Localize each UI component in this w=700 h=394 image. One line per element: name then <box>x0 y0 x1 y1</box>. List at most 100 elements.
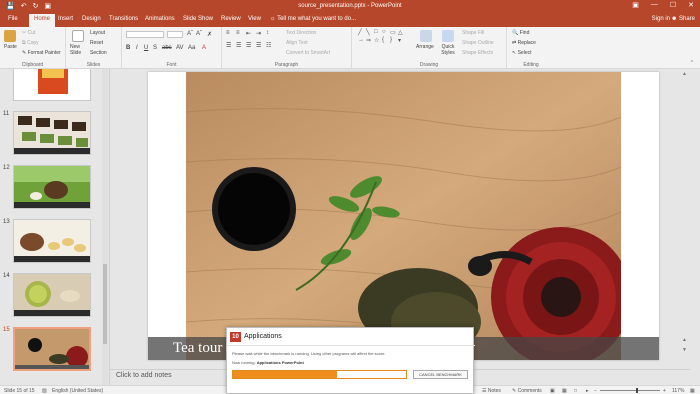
close-icon[interactable]: ✕ <box>688 1 694 9</box>
sorter-view-icon[interactable]: ▦ <box>562 388 567 394</box>
zoom-level[interactable]: 117% <box>672 388 684 394</box>
share-button[interactable]: ☻ Share <box>671 16 695 22</box>
decrease-indent-icon[interactable]: ⇤ <box>246 30 251 37</box>
arrange-icon[interactable] <box>420 30 432 42</box>
text-direction-button[interactable]: Text Direction <box>286 30 316 36</box>
copy-button[interactable]: ⧉ Copy <box>22 40 39 46</box>
tab-home[interactable]: Home <box>29 14 56 27</box>
strikethrough-button[interactable]: abc <box>162 45 172 51</box>
notes-placeholder[interactable]: Click to add notes <box>116 372 172 379</box>
tab-view[interactable]: View <box>248 16 261 22</box>
slide-thumbnail[interactable]: 14 <box>0 273 100 323</box>
cancel-benchmark-button[interactable]: CANCEL BENCHMARK <box>413 370 468 379</box>
cut-button[interactable]: ✂ Cut <box>22 30 35 36</box>
scrollbar-thumb[interactable] <box>103 264 107 344</box>
slide-thumbnail[interactable]: 13 <box>0 219 100 269</box>
star-shape-icon[interactable]: ☆ <box>374 37 382 45</box>
slide-thumbnail[interactable] <box>0 69 100 107</box>
slide-thumbnail-selected[interactable]: 15 <box>0 327 100 377</box>
editor-scrollbar[interactable]: ▲ ▲ ▼ <box>681 69 690 369</box>
font-color-button[interactable]: A <box>202 45 206 51</box>
next-slide-icon[interactable]: ▼ <box>682 347 687 353</box>
rect-shape-icon[interactable]: ▭ <box>390 29 398 37</box>
slide-title[interactable]: Tea tour <box>173 340 222 357</box>
paste-button[interactable]: Paste <box>4 44 17 50</box>
zoom-slider-knob[interactable] <box>636 388 638 393</box>
underline-button[interactable]: U <box>144 45 148 51</box>
bullets-icon[interactable]: ≡ <box>226 30 230 36</box>
justify-icon[interactable]: ☰ <box>256 42 261 49</box>
section-button[interactable]: Section <box>90 50 107 56</box>
numbering-icon[interactable]: ≡ <box>236 30 240 36</box>
arrow-shape-icon[interactable]: ⇒ <box>366 37 374 45</box>
zoom-out-icon[interactable]: − <box>594 388 597 394</box>
font-name-input[interactable] <box>126 31 164 38</box>
new-slide-button[interactable]: New Slide <box>70 44 88 56</box>
tab-design[interactable]: Design <box>82 16 101 22</box>
normal-view-icon[interactable]: ▣ <box>550 388 555 394</box>
shrink-font-icon[interactable]: Aˇ <box>196 31 202 37</box>
tab-review[interactable]: Review <box>221 16 241 22</box>
grow-font-icon[interactable]: Aˆ <box>187 31 193 37</box>
tab-transitions[interactable]: Transitions <box>109 16 138 22</box>
quick-styles-icon[interactable] <box>442 30 454 42</box>
paste-icon[interactable] <box>4 30 16 42</box>
clear-format-icon[interactable]: ✗ <box>207 31 212 38</box>
spacing-button[interactable]: AV <box>176 45 184 51</box>
scroll-up-icon[interactable]: ▲ <box>682 71 687 77</box>
increase-indent-icon[interactable]: ⇥ <box>256 30 261 37</box>
shape-effects-button[interactable]: Shape Effects <box>462 50 493 56</box>
arrow-shape-icon[interactable]: → <box>358 37 366 45</box>
collapse-ribbon-icon[interactable]: ⌃ <box>690 60 694 66</box>
minimize-icon[interactable]: — <box>651 1 658 9</box>
oval-shape-icon[interactable]: ○ <box>382 29 390 37</box>
fit-slide-icon[interactable]: ▦ <box>690 388 695 394</box>
comments-toggle[interactable]: ✎ Comments <box>512 388 542 394</box>
shape-outline-button[interactable]: Shape Outline <box>462 40 494 46</box>
tab-slide-show[interactable]: Slide Show <box>183 16 213 22</box>
tab-insert[interactable]: Insert <box>58 16 73 22</box>
line-shape-icon[interactable]: ╲ <box>366 29 374 37</box>
reset-button[interactable]: Reset <box>90 40 103 46</box>
zoom-in-icon[interactable]: + <box>663 388 666 394</box>
change-case-button[interactable]: Aa <box>188 45 195 51</box>
spellcheck-icon[interactable]: ▧ <box>42 388 47 394</box>
layout-button[interactable]: Layout <box>90 30 105 36</box>
brace-shape-icon[interactable]: } <box>390 37 398 45</box>
replace-button[interactable]: ⇄ Replace <box>512 40 536 46</box>
rect-shape-icon[interactable]: □ <box>374 29 382 37</box>
slide-thumbnail[interactable]: 12 <box>0 165 100 215</box>
prev-slide-icon[interactable]: ▲ <box>682 337 687 343</box>
language-indicator[interactable]: English (United States) <box>52 388 103 394</box>
sign-in-link[interactable]: Sign in <box>652 16 670 22</box>
shadow-button[interactable]: S <box>153 45 157 51</box>
triangle-shape-icon[interactable]: △ <box>398 29 406 37</box>
italic-button[interactable]: I <box>136 45 138 51</box>
bold-button[interactable]: B <box>126 45 130 51</box>
slide-thumbnail[interactable]: 11 <box>0 111 100 161</box>
convert-smartart-button[interactable]: Convert to SmartArt <box>286 50 330 56</box>
quick-styles-button[interactable]: Quick Styles <box>440 44 456 56</box>
thumbnails-scrollbar[interactable] <box>102 69 108 385</box>
columns-icon[interactable]: ☷ <box>266 42 271 49</box>
align-center-icon[interactable]: ☰ <box>236 42 241 49</box>
line-shape-icon[interactable]: ╱ <box>358 29 366 37</box>
reading-view-icon[interactable]: □ <box>574 388 577 394</box>
shapes-gallery[interactable]: ╱ ╲ □ ○ ▭ △ → ⇒ ☆{} ▾ <box>358 29 408 53</box>
arrange-button[interactable]: Arrange <box>416 44 434 50</box>
align-right-icon[interactable]: ☰ <box>246 42 251 49</box>
tell-me-search[interactable]: ☼ Tell me what you want to do... <box>270 16 356 22</box>
brace-shape-icon[interactable]: { <box>382 37 390 45</box>
shape-fill-button[interactable]: Shape Fill <box>462 30 484 36</box>
format-painter-button[interactable]: ✎ Format Painter <box>22 50 61 56</box>
notes-toggle[interactable]: ☰ Notes <box>482 388 501 394</box>
align-left-icon[interactable]: ☰ <box>226 42 231 49</box>
more-shapes-icon[interactable]: ▾ <box>398 37 406 45</box>
tab-file[interactable]: File <box>8 16 18 22</box>
select-button[interactable]: ↖ Select <box>512 50 532 56</box>
maximize-icon[interactable]: ☐ <box>670 1 676 9</box>
zoom-slider[interactable] <box>600 388 660 393</box>
slideshow-view-icon[interactable]: ▸ <box>586 388 589 394</box>
find-button[interactable]: 🔍 Find <box>512 30 529 36</box>
font-size-input[interactable] <box>167 31 183 38</box>
